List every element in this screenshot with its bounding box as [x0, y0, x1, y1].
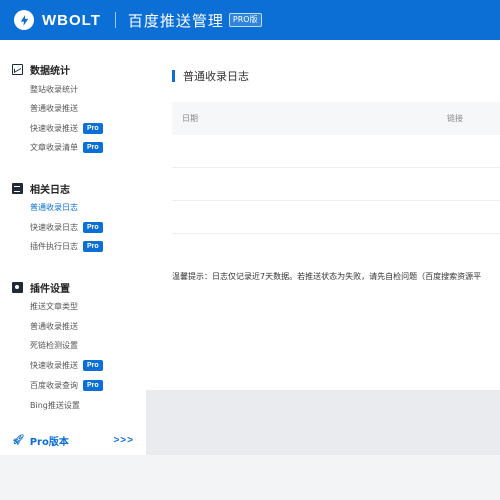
- group-label: 数据统计: [30, 66, 70, 77]
- sidebar-item-label: 普通收录日志: [30, 203, 78, 212]
- sidebar-nav: 数据统计 整站收录统计 普通收录推送 快速收录推送 Pro 文章收录清单 Pro…: [0, 40, 146, 455]
- column-header-link: 链接: [447, 114, 463, 123]
- sidebar-item-dead-link-settings[interactable]: 死链检测设置: [30, 340, 78, 351]
- brand-name: WBOLT: [42, 11, 101, 29]
- sidebar-item-bing-push-settings[interactable]: Bing推送设置: [30, 400, 80, 411]
- pro-version-label: Pro版本: [29, 436, 69, 448]
- sidebar-item-fast-push[interactable]: 快速收录推送 Pro: [30, 123, 103, 134]
- title-accent-bar: [172, 70, 175, 82]
- sidebar-item-label: 快速收录推送: [30, 124, 78, 133]
- table-row: [172, 168, 500, 201]
- main-panel: 普通收录日志 日期 链接 温馨提示：日志仅记录近7天数据。若推送状态为失败，请先…: [146, 40, 500, 390]
- header-divider: [114, 12, 116, 28]
- sidebar-item-label: 死链检测设置: [30, 341, 78, 350]
- sidebar-item-label: 插件执行日志: [30, 242, 78, 251]
- lightning-logo-icon: [14, 10, 34, 30]
- sidebar-item-label: 推送文章类型: [30, 302, 78, 311]
- rocket-icon: 🚀︎: [12, 434, 25, 446]
- pro-edition-tag: PRO版: [228, 13, 262, 27]
- sidebar-item-label: 快速收录日志: [30, 223, 78, 232]
- pro-badge: Pro: [83, 380, 103, 391]
- sidebar-item-post-types[interactable]: 推送文章类型: [30, 301, 78, 312]
- pro-badge: Pro: [83, 142, 103, 153]
- log-icon: [12, 183, 23, 194]
- table-header: 日期 链接: [172, 102, 500, 135]
- column-header-date: 日期: [182, 114, 198, 123]
- sidebar-item-article-index-list[interactable]: 文章收录清单 Pro: [30, 142, 103, 153]
- group-label: 插件设置: [30, 284, 70, 295]
- settings-icon: [12, 282, 23, 293]
- pro-version-link[interactable]: 🚀︎ Pro版本 >>>: [12, 432, 134, 448]
- group-title-logs: 相关日志: [12, 181, 70, 196]
- pro-badge: Pro: [83, 360, 103, 371]
- sidebar-item-plugin-log[interactable]: 插件执行日志 Pro: [30, 241, 103, 252]
- tips-text: 温馨提示：日志仅记录近7天数据。若推送状态为失败，请先自检问题（百度搜索资源平: [172, 272, 482, 281]
- chart-icon: [12, 64, 23, 75]
- sidebar-item-normal-log[interactable]: 普通收录日志: [30, 202, 78, 213]
- sidebar-item-site-index-stats[interactable]: 整站收录统计: [30, 84, 78, 95]
- sidebar-item-fast-push-settings[interactable]: 快速收录推送 Pro: [30, 360, 103, 371]
- chevron-right-icon: >>>: [113, 434, 134, 446]
- group-label: 相关日志: [30, 185, 70, 196]
- sidebar-item-normal-push[interactable]: 普通收录推送: [30, 103, 78, 114]
- sidebar-item-label: 快速收录推送: [30, 361, 78, 370]
- sidebar-item-label: 百度收录查询: [30, 381, 78, 390]
- footer-area: [146, 390, 500, 455]
- sidebar-item-baidu-index-query[interactable]: 百度收录查询 Pro: [30, 380, 103, 391]
- sidebar-item-label: 整站收录统计: [30, 85, 78, 94]
- group-title-stats: 数据统计: [12, 62, 70, 77]
- sidebar-item-fast-log[interactable]: 快速收录日志 Pro: [30, 222, 103, 233]
- app-title: 百度推送管理: [127, 11, 224, 30]
- sidebar-item-normal-push-settings[interactable]: 普通收录推送: [30, 321, 78, 332]
- top-header-bar: WBOLT 百度推送管理 PRO版: [0, 0, 500, 40]
- sidebar-item-label: Bing推送设置: [30, 401, 80, 410]
- pro-badge: Pro: [83, 123, 103, 134]
- table-row: [172, 135, 500, 168]
- sidebar-item-label: 普通收录推送: [30, 104, 78, 113]
- section-title-text: 普通收录日志: [183, 70, 249, 83]
- pro-badge: Pro: [83, 222, 103, 233]
- group-title-settings: 插件设置: [12, 280, 70, 295]
- table-row: [172, 201, 500, 234]
- pro-badge: Pro: [83, 241, 103, 252]
- sidebar-item-label: 文章收录清单: [30, 143, 78, 152]
- log-table: 日期 链接: [172, 102, 500, 234]
- section-title: 普通收录日志: [172, 68, 249, 84]
- sidebar-item-label: 普通收录推送: [30, 322, 78, 331]
